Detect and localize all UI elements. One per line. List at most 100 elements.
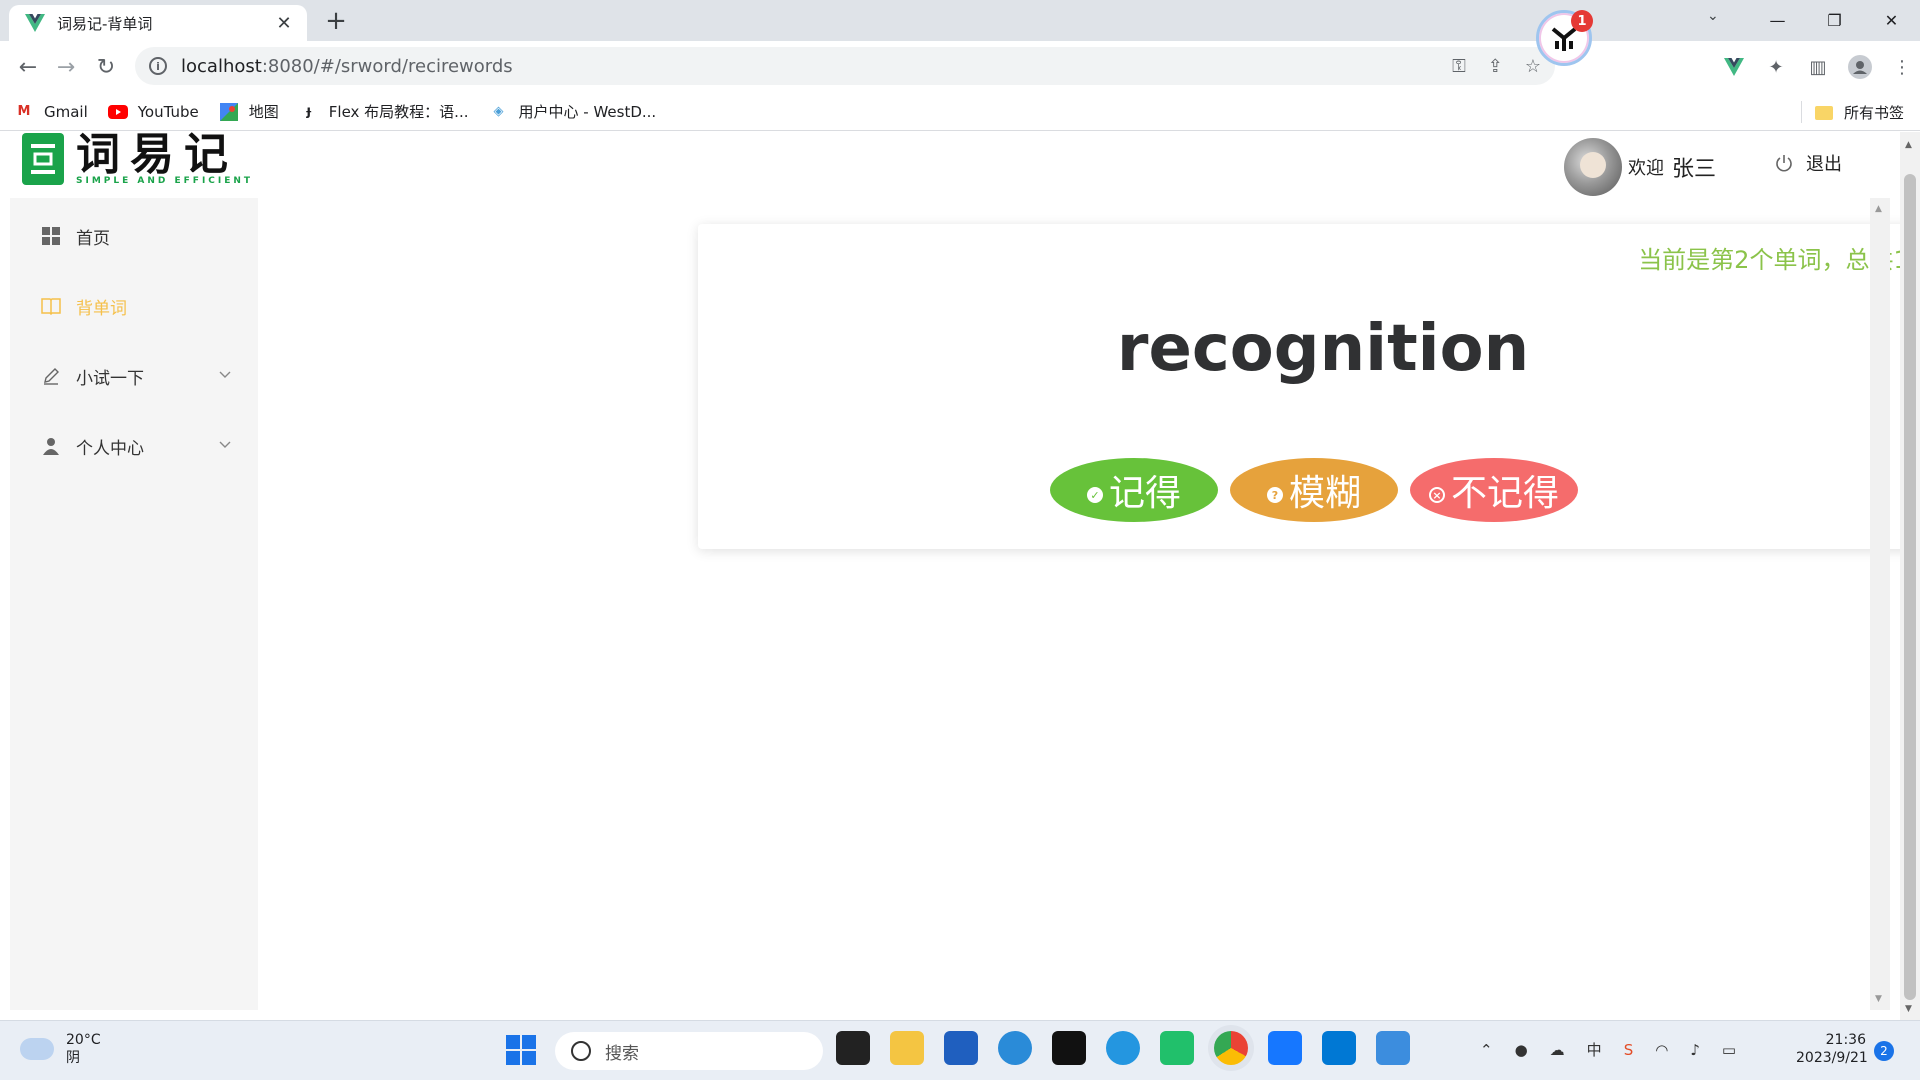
vue-icon: [25, 14, 45, 32]
close-tab-icon[interactable]: ✕: [273, 13, 295, 34]
sidebar: 首页 背单词 小试一下 个人中心: [10, 198, 258, 1010]
logout-button[interactable]: 退出: [1774, 150, 1842, 176]
back-icon[interactable]: ←: [12, 51, 44, 83]
key-icon[interactable]: ⚿: [1452, 56, 1466, 77]
bookmark-gmail[interactable]: M Gmail: [14, 103, 88, 121]
vue-devtools-icon[interactable]: [1720, 53, 1748, 81]
page-scrollbar[interactable]: ▲ ▼: [1900, 132, 1920, 1020]
meeting-icon[interactable]: [1268, 1031, 1302, 1065]
notification-badge[interactable]: 2: [1874, 1041, 1894, 1061]
tab-strip: 词易记-背单词 ✕ + ⌄ — ❐ ✕: [0, 0, 1920, 41]
grid-icon: [40, 225, 62, 247]
app-tray-icon[interactable]: S: [1624, 1041, 1634, 1059]
sidebar-item-home[interactable]: 首页: [10, 208, 258, 264]
youtube-icon: [107, 104, 128, 120]
app-dark-icon[interactable]: [1052, 1031, 1086, 1065]
chevron-down-icon[interactable]: [218, 438, 232, 452]
all-bookmarks[interactable]: 所有书签: [1814, 93, 1904, 131]
clock[interactable]: 21:36 2023/9/21: [1796, 1031, 1868, 1067]
extensions-puzzle-icon[interactable]: ✦: [1762, 53, 1790, 81]
bookmark-youtube[interactable]: YouTube: [107, 103, 199, 121]
taskbar-search[interactable]: 搜索: [555, 1032, 823, 1070]
profile-icon[interactable]: [1846, 53, 1874, 81]
username: 张三: [1672, 157, 1717, 182]
edge-icon[interactable]: [998, 1031, 1032, 1065]
search-icon: [571, 1041, 591, 1061]
side-panel-icon[interactable]: ▥: [1804, 53, 1832, 81]
wechat-icon[interactable]: [1160, 1031, 1194, 1065]
logo-title: 词易记: [76, 132, 238, 180]
taskbar: 20°C 阴 搜索 ⌃ ● ☁ 中 S ◠ ♪ ▭ 21:36 2023/9/2…: [0, 1020, 1920, 1080]
volume-icon[interactable]: ♪: [1690, 1041, 1700, 1059]
new-tab-button[interactable]: +: [321, 6, 351, 36]
cloud-icon: [20, 1038, 54, 1060]
chevron-up-icon[interactable]: ⌃: [1480, 1041, 1493, 1059]
browser-tab[interactable]: 词易记-背单词 ✕: [9, 5, 307, 41]
address-bar[interactable]: i localhost:8080/#/srword/recirewords ⚿ …: [135, 47, 1555, 85]
sidebar-item-profile[interactable]: 个人中心: [10, 418, 258, 474]
tab-search-icon[interactable]: ⌄: [1707, 8, 1719, 24]
qq-icon[interactable]: ●: [1515, 1041, 1528, 1059]
minimize-button[interactable]: —: [1749, 0, 1806, 40]
share-icon[interactable]: ⇪: [1488, 56, 1503, 77]
bookmark-star-icon[interactable]: ☆: [1525, 56, 1541, 77]
battery-icon[interactable]: ▭: [1722, 1041, 1736, 1059]
bookmarks-bar: M Gmail YouTube 地图 ɟ Flex 布局教程：语... ◈ 用户…: [0, 93, 1920, 131]
onedrive-icon[interactable]: ☁: [1550, 1041, 1565, 1059]
bookmark-site-icon: ◈: [493, 104, 504, 119]
sidebar-item-recite[interactable]: 背单词: [10, 278, 258, 334]
main-content: 当前是第2个单词，总共10个 recognition ✓ 记得 ? 模糊 × 不…: [258, 198, 1920, 1020]
close-window-button[interactable]: ✕: [1863, 0, 1920, 40]
bookmarks-divider: [1801, 101, 1802, 123]
ie-icon[interactable]: [1106, 1031, 1140, 1065]
avatar[interactable]: [1564, 138, 1622, 196]
file-explorer-icon[interactable]: [890, 1031, 924, 1065]
book-icon: [40, 295, 62, 317]
logo-mark-icon: [22, 133, 64, 185]
chrome-icon[interactable]: [1214, 1031, 1248, 1065]
menu-kebab-icon[interactable]: ⋮: [1888, 53, 1916, 81]
pen-icon: [40, 365, 62, 387]
welcome-text: 欢迎: [1628, 158, 1664, 179]
system-tray: ⌃ ● ☁ 中 S ◠ ♪ ▭: [1480, 1039, 1736, 1060]
user-info[interactable]: 欢迎 张三: [1564, 138, 1716, 196]
weather-widget[interactable]: 20°C 阴: [20, 1031, 101, 1067]
remember-button[interactable]: ✓ 记得: [1050, 458, 1218, 522]
gmail-icon: M: [17, 104, 31, 119]
sidebar-item-quiz[interactable]: 小试一下: [10, 348, 258, 404]
app-logo[interactable]: 词易记 SIMPLE AND EFFICIENT: [22, 132, 253, 186]
windows-start-icon[interactable]: [506, 1035, 536, 1065]
answer-buttons: ✓ 记得 ? 模糊 × 不记得: [1050, 458, 1578, 522]
page-viewport: 词易记 SIMPLE AND EFFICIENT 欢迎 张三 退出 首页 背单词…: [0, 132, 1920, 1020]
chevron-down-icon[interactable]: [218, 368, 232, 382]
vague-button[interactable]: ? 模糊: [1230, 458, 1398, 522]
store-icon[interactable]: [944, 1031, 978, 1065]
folder-icon: [1814, 104, 1834, 120]
scrollbar-thumb[interactable]: [1904, 174, 1916, 1000]
logo-subtitle: SIMPLE AND EFFICIENT: [76, 176, 254, 186]
temperature: 20°C: [66, 1032, 101, 1048]
reload-icon[interactable]: ↻: [90, 51, 122, 83]
bookmark-flex[interactable]: ɟ Flex 布局教程：语...: [299, 101, 469, 122]
question-circle-icon: ?: [1266, 487, 1283, 503]
maps-icon: [219, 102, 239, 121]
bookmark-westd[interactable]: ◈ 用户中心 - WestD...: [489, 101, 657, 122]
power-icon: [1776, 155, 1792, 172]
vscode-icon[interactable]: [1322, 1031, 1356, 1065]
bookmark-maps[interactable]: 地图: [219, 101, 279, 122]
browser-toolbar: ← → ↻ i localhost:8080/#/srword/recirewo…: [0, 41, 1920, 93]
forgot-button[interactable]: × 不记得: [1410, 458, 1578, 522]
wifi-icon[interactable]: ◠: [1655, 1041, 1668, 1059]
forward-icon[interactable]: →: [50, 51, 82, 83]
task-view-icon[interactable]: [836, 1031, 870, 1065]
weather-condition: 阴: [66, 1050, 80, 1066]
window-controls: — ❐ ✕: [1749, 0, 1920, 40]
site-info-icon[interactable]: i: [149, 57, 167, 75]
restore-button[interactable]: ❐: [1806, 0, 1863, 40]
bookmark-site-icon: ɟ: [306, 104, 312, 119]
photos-icon[interactable]: [1376, 1031, 1410, 1065]
close-circle-icon: ×: [1428, 487, 1445, 503]
content-scrollbar[interactable]: ▲ ▼: [1870, 198, 1890, 1010]
app-header: 词易记 SIMPLE AND EFFICIENT 欢迎 张三 退出: [0, 132, 1900, 198]
ime-icon[interactable]: 中: [1587, 1039, 1602, 1060]
